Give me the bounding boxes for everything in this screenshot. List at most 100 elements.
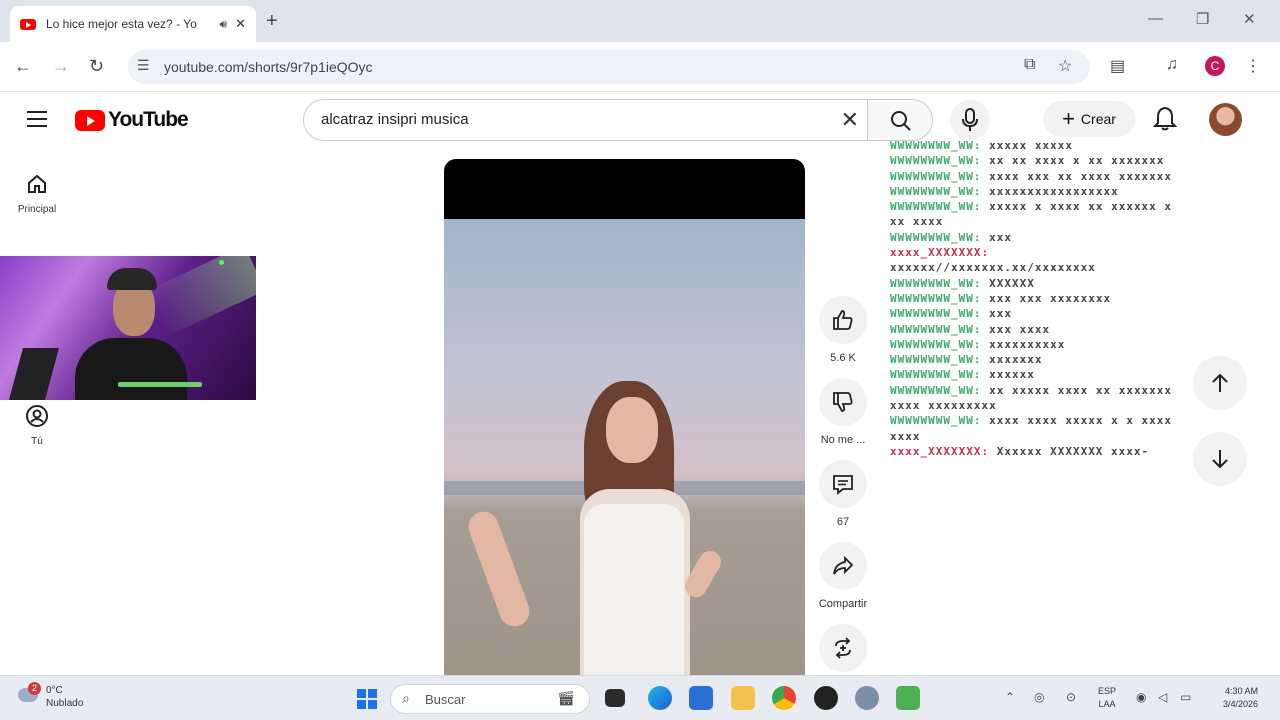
browser-toolbar: ← → ↻ ☰ youtube.com/shorts/9r7p1ieQOyc ⧉… (0, 42, 1280, 92)
comment-icon (833, 475, 853, 495)
settings-gear-icon[interactable] (855, 686, 879, 710)
url-text: youtube.com/shorts/9r7p1ieQOyc (164, 59, 373, 75)
home-icon (28, 174, 46, 193)
sidebar-item-you[interactable]: Tú (8, 404, 66, 447)
chat-username: WWWWWWWW_WW: (890, 154, 982, 168)
minimize-button[interactable]: — (1148, 10, 1163, 27)
chat-message: xxxxxxxxxxxxxxxxx (989, 184, 1119, 198)
video-frame (444, 219, 805, 675)
browser-profile-avatar[interactable]: C (1205, 56, 1225, 76)
browser-tab[interactable]: Lo hice mejor esta vez? - Yo 🔊︎ ✕ (10, 6, 256, 42)
chat-line: WWWWWWWW_WW: xxx (890, 230, 1280, 245)
search-button[interactable] (867, 99, 933, 141)
chat-line: WWWWWWWW_WW: xxxx xxxx xxxxx x x xxxx (890, 413, 1280, 428)
battery-icon[interactable]: ▭ (1180, 690, 1191, 704)
forward-button[interactable]: → (52, 56, 70, 77)
weather-temp: 0°C (46, 685, 63, 696)
youtube-logo[interactable]: YouTube (75, 108, 189, 132)
microphone-icon (962, 108, 978, 131)
tray-app-icon[interactable]: ◎ (1034, 690, 1044, 704)
chat-message: Xxxxxx XXXXXXX xxxx- (996, 444, 1150, 458)
weather-widget[interactable]: 2 0°C Nublado (18, 682, 83, 710)
store-icon[interactable] (689, 686, 713, 710)
install-app-icon[interactable]: ⧉ (1024, 56, 1035, 74)
nvidia-icon[interactable] (896, 686, 920, 710)
chrome-icon[interactable] (772, 686, 796, 710)
chat-username: xxxx_XXXXXXX: (890, 246, 990, 260)
youtube-favicon-icon (20, 18, 36, 30)
share-button[interactable]: Compartir (812, 542, 874, 610)
reload-button[interactable]: ↻ (89, 56, 104, 77)
new-tab-button[interactable]: + (266, 10, 278, 33)
browser-tabbar: Lo hice mejor esta vez? - Yo 🔊︎ ✕ + — ❐ … (0, 0, 1280, 42)
bookmark-star-icon[interactable]: ☆ (1058, 56, 1072, 76)
tray-mic-icon[interactable]: ⊙ (1066, 690, 1076, 704)
chat-username: WWWWWWWW_WW: (890, 169, 982, 183)
search-input[interactable]: alcatraz insipri musica ✕ (303, 99, 867, 141)
app-icon-dark[interactable] (814, 686, 838, 710)
address-bar[interactable]: ☰ youtube.com/shorts/9r7p1ieQOyc ⧉ ☆ (128, 50, 1090, 84)
previous-short-button[interactable] (1193, 356, 1247, 410)
site-info-icon[interactable]: ☰ (137, 57, 150, 74)
clock-date: 3/4/2026 (1222, 699, 1258, 709)
clear-search-icon[interactable]: ✕ (841, 107, 859, 133)
clock-time: 4:30 AM (1224, 686, 1258, 696)
next-short-button[interactable] (1193, 432, 1247, 486)
stream-chat-overlay: WWWWWWWW_WW: xxxxx xxxxx WWWWWWWW_WW: xx … (890, 138, 1280, 458)
search-icon (891, 111, 911, 131)
reading-mode-icon[interactable]: ▤ (1110, 56, 1125, 76)
chat-line: WWWWWWWW_WW: xxxxxxxxxx (890, 337, 1280, 352)
tab-close-icon[interactable]: ✕ (235, 16, 246, 32)
language-indicator[interactable]: ESP LAA (1098, 685, 1116, 711)
notifications-bell-icon[interactable] (1153, 106, 1177, 132)
comment-count: 67 (836, 516, 850, 528)
chat-line: WWWWWWWW_WW: XXXXXX (890, 276, 1280, 291)
dislike-button[interactable]: No me ... (812, 378, 874, 446)
chat-username: WWWWWWWW_WW: (890, 383, 982, 397)
share-label: Compartir (818, 598, 868, 610)
task-view-icon[interactable] (605, 689, 625, 707)
tab-title: Lo hice mejor esta vez? - Yo (46, 17, 197, 31)
chat-message: xxxx xxxx xxxxx x x xxxx (989, 414, 1173, 428)
close-window-button[interactable]: ✕ (1243, 10, 1256, 28)
chat-username: WWWWWWWW_WW: (890, 337, 982, 351)
taskbar-search-label: Buscar (425, 692, 466, 707)
system-clock[interactable]: 4:30 AM 3/4/2026 (1208, 685, 1258, 711)
media-controls-icon[interactable]: ♫ (1166, 56, 1178, 74)
chat-message: xx xxxx (890, 215, 944, 229)
taskbar-search[interactable]: ⌕ Buscar 🎬︎ (390, 684, 590, 714)
chat-username: WWWWWWWW_WW: (890, 307, 982, 321)
create-button[interactable]: + Crear (1043, 101, 1135, 137)
back-button[interactable]: ← (14, 56, 32, 77)
chat-line: WWWWWWWW_WW: xxxxx xxxxx (890, 138, 1280, 153)
chat-username: WWWWWWWW_WW: (890, 230, 982, 244)
tray-chevron-icon[interactable]: ⌃ (1005, 690, 1015, 704)
voice-search-button[interactable] (950, 100, 990, 140)
restore-button[interactable]: ❐ (1196, 10, 1209, 28)
comments-button[interactable]: 67 (812, 460, 874, 528)
chat-line: xx xxxx (890, 214, 1280, 229)
youtube-wordmark: YouTube (108, 108, 189, 131)
chat-line: WWWWWWWW_WW: xxx xxxx (890, 322, 1280, 337)
sidebar-item-home[interactable]: Principal (8, 172, 66, 215)
chat-line: WWWWWWWW_WW: xxx xxx xxxxxxxx (890, 291, 1280, 306)
microphone-arm (9, 348, 59, 400)
tab-audio-icon[interactable]: 🔊︎ (220, 17, 228, 32)
chat-username: WWWWWWWW_WW: (890, 200, 982, 214)
short-video-player[interactable] (444, 159, 805, 675)
youtube-play-icon (75, 109, 105, 131)
hamburger-menu-icon[interactable] (27, 111, 47, 127)
file-explorer-icon[interactable] (731, 686, 755, 710)
volume-icon[interactable]: ◁ (1158, 690, 1167, 704)
like-button[interactable]: 5.6 K (812, 296, 874, 364)
user-avatar[interactable] (1209, 103, 1242, 136)
wifi-icon[interactable]: ◉ (1136, 690, 1146, 704)
chat-message: xxx (989, 230, 1012, 244)
chat-message: xxxx xxx xx xxxx xxxxxxx (989, 169, 1173, 183)
windows-start-icon[interactable] (357, 689, 377, 709)
menu-kebab-icon[interactable]: ⋮ (1245, 56, 1261, 76)
remix-button[interactable] (812, 624, 874, 680)
edge-icon[interactable] (648, 686, 672, 710)
lang-top: ESP (1098, 686, 1117, 696)
chat-message: xx xx xxxx x xx xxxxxxx (989, 154, 1165, 168)
